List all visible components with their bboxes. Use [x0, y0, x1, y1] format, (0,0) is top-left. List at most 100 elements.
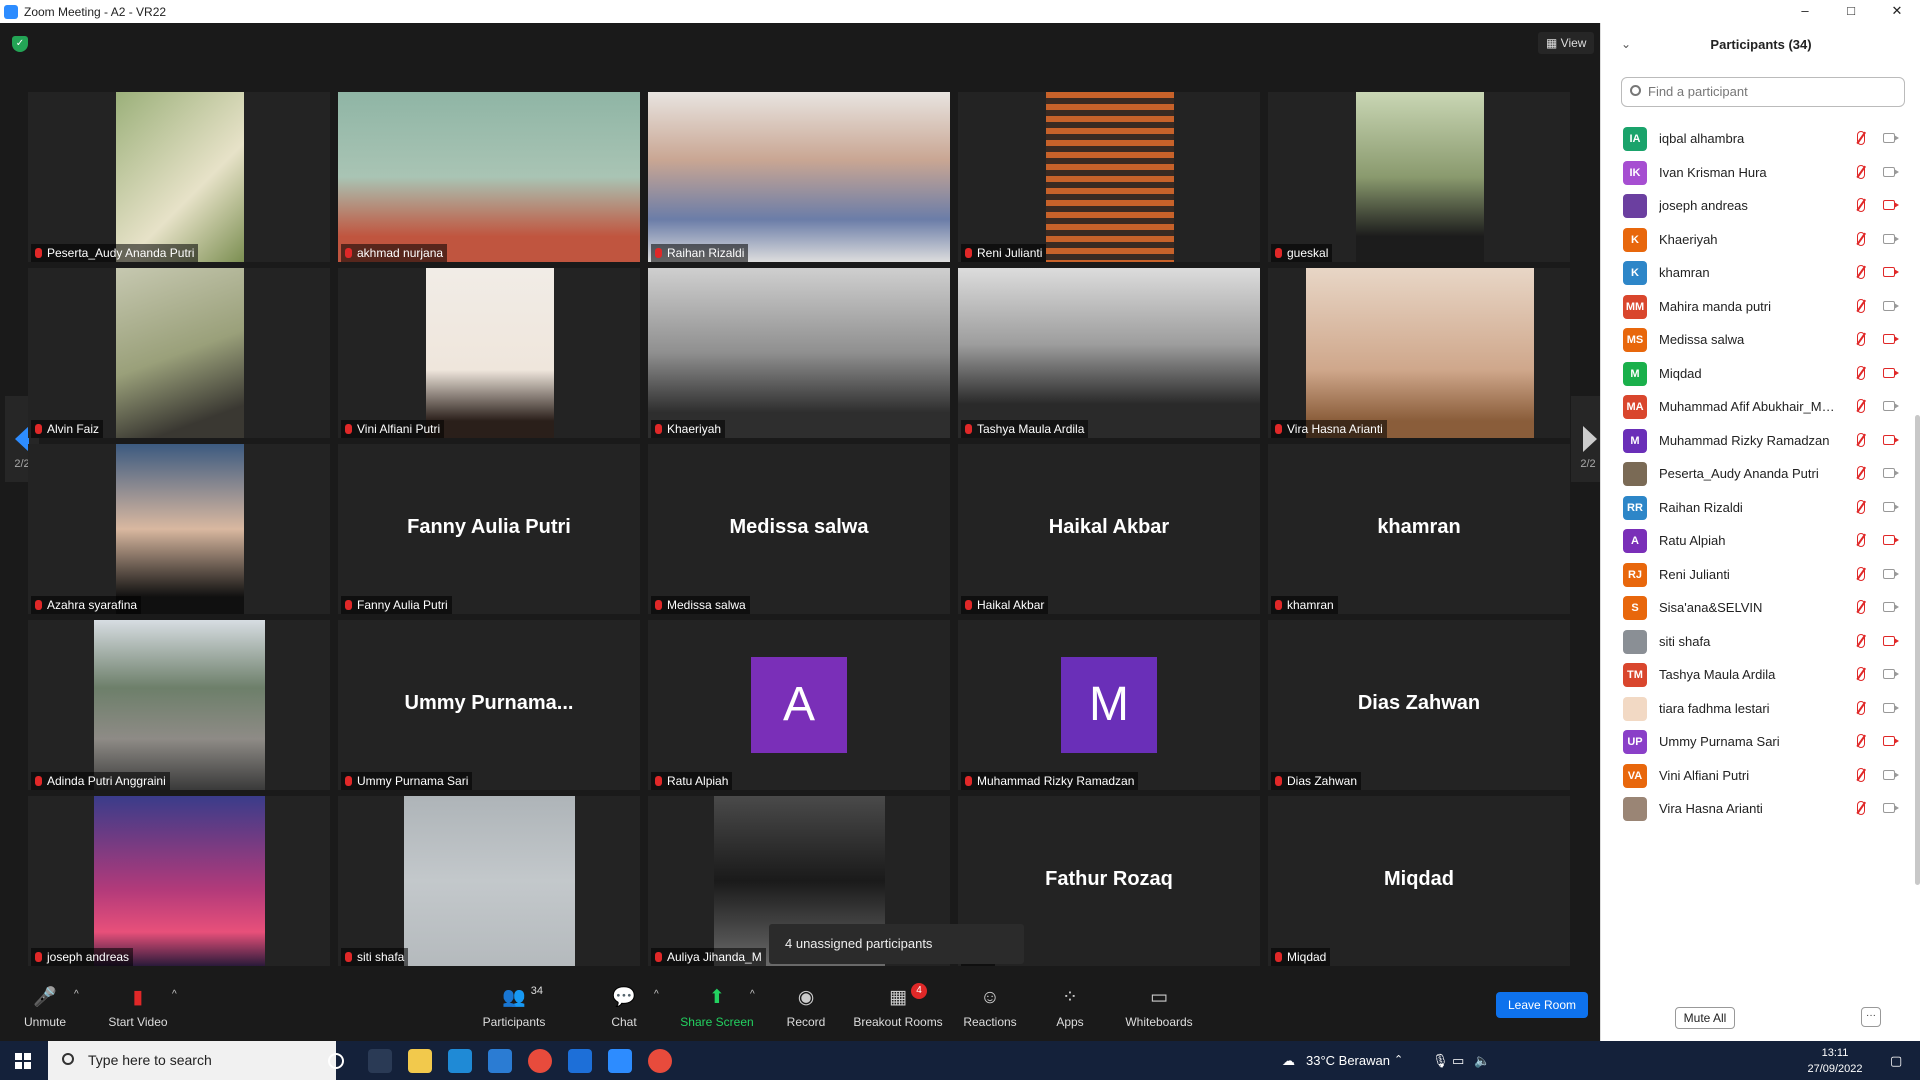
video-tile[interactable]: gueskal — [1268, 92, 1570, 262]
minimize-button[interactable]: – — [1782, 0, 1828, 23]
video-off-icon[interactable] — [1883, 736, 1899, 746]
volume-icon[interactable]: 🔈 — [1474, 1041, 1490, 1080]
video-camera-icon[interactable] — [1883, 568, 1899, 579]
video-off-icon[interactable] — [1883, 434, 1899, 445]
video-tile[interactable]: A Ratu Alpiah — [648, 620, 950, 790]
muted-microphone-icon[interactable] — [1857, 801, 1865, 815]
muted-microphone-icon[interactable] — [1857, 633, 1865, 648]
start-video-button[interactable]: ▮ Start Video — [93, 987, 183, 1029]
video-camera-icon[interactable] — [1883, 602, 1899, 612]
video-tile[interactable]: Adinda Putri Anggraini — [28, 620, 330, 790]
video-tile[interactable]: siti shafa — [338, 796, 640, 966]
close-button[interactable]: ✕ — [1874, 0, 1920, 23]
video-tile[interactable]: Raihan Rizaldi — [648, 92, 950, 262]
video-tile[interactable]: Ummy Purnama... Ummy Purnama Sari — [338, 620, 640, 790]
chrome-icon[interactable] — [528, 1049, 552, 1073]
share-screen-button[interactable]: ⬆ Share Screen — [672, 987, 762, 1029]
video-off-icon[interactable] — [1883, 334, 1899, 344]
microsoft-store-icon[interactable] — [448, 1049, 472, 1073]
view-button[interactable]: ▦ View — [1538, 32, 1595, 54]
video-camera-icon[interactable] — [1883, 401, 1899, 411]
share-options-chevron-icon[interactable]: ^ — [750, 989, 755, 1000]
video-off-icon[interactable] — [1883, 535, 1899, 545]
video-tile[interactable]: Alvin Faiz — [28, 268, 330, 438]
video-camera-icon[interactable] — [1883, 233, 1899, 244]
video-options-chevron-icon[interactable]: ^ — [172, 989, 177, 1000]
mute-all-button[interactable]: Mute All — [1675, 1007, 1735, 1029]
video-off-icon[interactable] — [1883, 267, 1899, 277]
microphone-tray-icon[interactable]: 🎙 — [1432, 1041, 1449, 1080]
muted-microphone-icon[interactable] — [1857, 298, 1865, 313]
video-camera-icon[interactable] — [1883, 501, 1899, 512]
video-tile[interactable]: Fanny Aulia Putri Fanny Aulia Putri — [338, 444, 640, 614]
video-tile[interactable]: Peserta_Audy Ananda Putri — [28, 92, 330, 262]
video-tile[interactable]: Reni Julianti — [958, 92, 1260, 262]
video-tile[interactable]: Dias Zahwan Dias Zahwan — [1268, 620, 1570, 790]
muted-microphone-icon[interactable] — [1857, 198, 1865, 212]
video-tile[interactable]: akhmad nurjana — [338, 92, 640, 262]
video-camera-icon[interactable] — [1883, 166, 1899, 177]
taskbar-search-box[interactable]: Type here to search — [48, 1041, 336, 1080]
muted-microphone-icon[interactable] — [1857, 164, 1865, 179]
cortana-icon[interactable] — [328, 1053, 344, 1069]
video-tile[interactable]: Miqdad Miqdad — [1268, 796, 1570, 966]
muted-microphone-icon[interactable] — [1857, 767, 1865, 782]
video-tile[interactable]: Medissa salwa Medissa salwa — [648, 444, 950, 614]
chat-options-chevron-icon[interactable]: ^ — [654, 989, 659, 1000]
chrome-profile-icon[interactable] — [648, 1049, 672, 1073]
video-tile[interactable]: Haikal Akbar Haikal Akbar — [958, 444, 1260, 614]
video-tile[interactable]: khamran khamran — [1268, 444, 1570, 614]
muted-microphone-icon[interactable] — [1857, 533, 1865, 547]
muted-microphone-icon[interactable] — [1857, 365, 1865, 380]
video-tile[interactable]: Azahra syarafina — [28, 444, 330, 614]
video-tile[interactable]: M Muhammad Rizky Ramadzan — [958, 620, 1260, 790]
audio-options-chevron-icon[interactable]: ^ — [74, 989, 79, 1000]
taskbar-clock[interactable]: 13:11 27/09/2022 — [1800, 1045, 1870, 1077]
participants-scrollbar[interactable] — [1913, 115, 1920, 1003]
network-icon[interactable]: ▭ — [1452, 1041, 1464, 1080]
leave-room-button[interactable]: Leave Room — [1496, 992, 1588, 1018]
muted-microphone-icon[interactable] — [1857, 332, 1865, 346]
task-view-icon[interactable] — [368, 1049, 392, 1073]
muted-microphone-icon[interactable] — [1857, 466, 1865, 480]
breakout-rooms-button[interactable]: ▦ 4 Breakout Rooms — [853, 983, 943, 1029]
video-tile[interactable]: Vini Alfiani Putri — [338, 268, 640, 438]
find-participant-input[interactable]: Find a participant — [1621, 77, 1905, 107]
encryption-shield-icon[interactable]: ✓ — [12, 36, 28, 52]
notifications-icon[interactable]: ▢ — [1890, 1041, 1902, 1080]
mail-icon[interactable] — [488, 1049, 512, 1073]
video-tile[interactable]: Vira Hasna Arianti — [1268, 268, 1570, 438]
apps-button[interactable]: ⁘ Apps — [1025, 987, 1115, 1029]
video-tile[interactable]: Tashya Maula Ardila — [958, 268, 1260, 438]
muted-microphone-icon[interactable] — [1857, 600, 1865, 614]
muted-microphone-icon[interactable] — [1857, 231, 1865, 246]
more-options-button[interactable]: ··· — [1861, 1007, 1881, 1027]
zoom-taskbar-icon[interactable] — [608, 1049, 632, 1073]
file-explorer-icon[interactable] — [408, 1049, 432, 1073]
video-off-icon[interactable] — [1883, 200, 1899, 210]
video-camera-icon[interactable] — [1883, 769, 1899, 780]
video-camera-icon[interactable] — [1883, 803, 1899, 813]
video-tile[interactable]: Khaeriyah — [648, 268, 950, 438]
video-camera-icon[interactable] — [1883, 702, 1899, 713]
muted-microphone-icon[interactable] — [1857, 131, 1865, 145]
video-camera-icon[interactable] — [1883, 468, 1899, 478]
muted-microphone-icon[interactable] — [1857, 667, 1865, 681]
maximize-button[interactable]: □ — [1828, 0, 1874, 23]
scrollbar-thumb[interactable] — [1915, 415, 1920, 885]
video-camera-icon[interactable] — [1883, 669, 1899, 679]
video-camera-icon[interactable] — [1883, 300, 1899, 311]
video-camera-icon[interactable] — [1883, 133, 1899, 143]
video-off-icon[interactable] — [1883, 367, 1899, 378]
whiteboards-button[interactable]: ▭ Whiteboards — [1114, 987, 1204, 1029]
muted-microphone-icon[interactable] — [1857, 432, 1865, 447]
video-tile[interactable]: joseph andreas — [28, 796, 330, 966]
video-off-icon[interactable] — [1883, 635, 1899, 646]
record-button[interactable]: ◉ Record — [761, 987, 851, 1029]
muted-microphone-icon[interactable] — [1857, 399, 1865, 413]
participant-row[interactable]: Vira Hasna Arianti — [1601, 789, 1913, 830]
muted-microphone-icon[interactable] — [1857, 566, 1865, 581]
reactions-button[interactable]: ☺ Reactions — [945, 987, 1035, 1029]
muted-microphone-icon[interactable] — [1857, 499, 1865, 514]
teamviewer-icon[interactable] — [568, 1049, 592, 1073]
